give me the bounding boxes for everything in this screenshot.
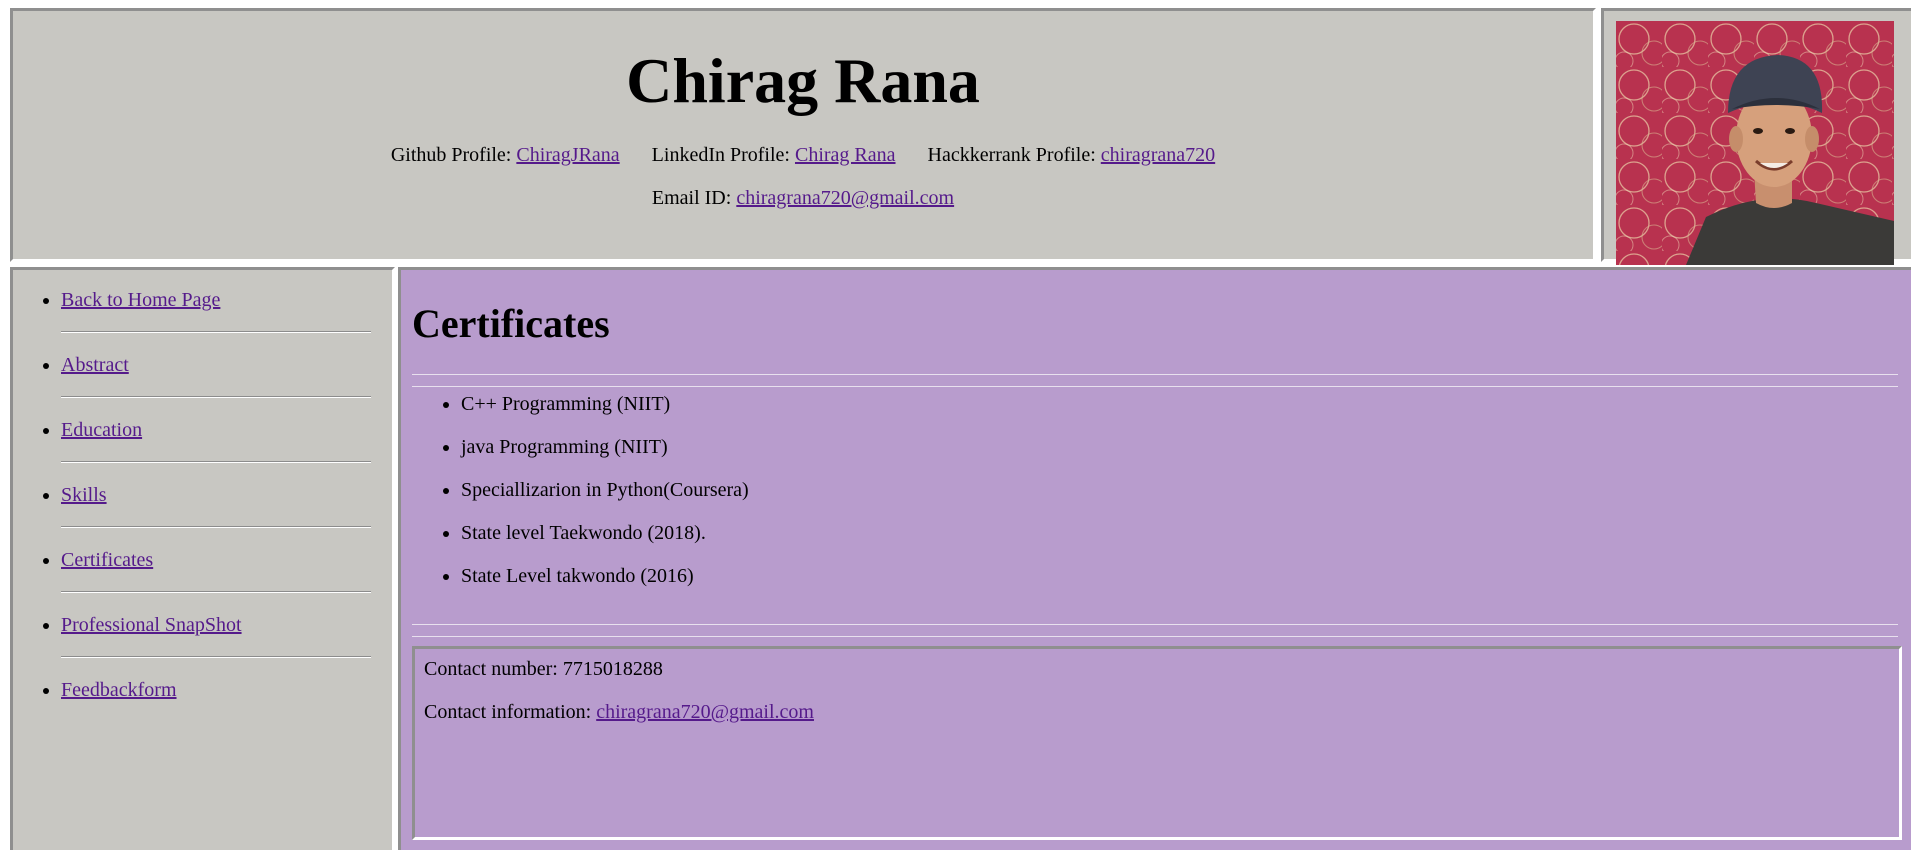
nav-item-skills: Skills — [61, 483, 381, 528]
nav-divider — [61, 396, 371, 398]
nav-link-certificates[interactable]: Certificates — [61, 548, 153, 572]
nav-divider — [61, 656, 371, 658]
nav-item-abstract: Abstract — [61, 353, 381, 398]
contact-number: Contact number: 7715018288 — [424, 657, 1890, 681]
nav-item-snapshot: Professional SnapShot — [61, 613, 381, 658]
page-title: Chirag Rana — [626, 45, 980, 116]
section-title: Certificates — [412, 301, 610, 346]
nav-link-snapshot[interactable]: Professional SnapShot — [61, 613, 242, 637]
nav-divider — [61, 461, 371, 463]
main-content: Certificates C++ Programming (NIIT) java… — [398, 267, 1911, 850]
email-link[interactable]: chiragrana720@gmail.com — [736, 187, 954, 209]
profile-photo — [1616, 21, 1894, 265]
contact-info: Contact information: chiragrana720@gmail… — [424, 700, 1890, 724]
contact-info-label: Contact information: — [424, 701, 597, 723]
nav-link-feedback[interactable]: Feedbackform — [61, 678, 177, 702]
linkedin-label: LinkedIn Profile: — [651, 144, 795, 166]
list-item: java Programming (NIIT) — [461, 435, 749, 459]
contact-box: Contact number: 7715018288 Contact infor… — [412, 646, 1902, 840]
title-divider-top — [412, 374, 1898, 375]
header-frame: Chirag Rana Github Profile: ChiragJRana L… — [10, 8, 1596, 262]
github-label: Github Profile: — [390, 144, 517, 166]
contact-number-label: Contact number: — [424, 658, 563, 680]
contact-number-value: 7715018288 — [562, 658, 663, 680]
list-divider-bottom — [412, 636, 1898, 637]
linkedin-link[interactable]: Chirag Rana — [795, 144, 896, 166]
sidebar-nav: Back to Home Page Abstract Education Ski… — [10, 267, 395, 850]
title-divider-bottom — [412, 386, 1898, 387]
nav-link-education[interactable]: Education — [61, 418, 142, 442]
contact-email-link[interactable]: chiragrana720@gmail.com — [596, 701, 814, 723]
email-label: Email ID: — [651, 187, 737, 209]
github-link[interactable]: ChiragJRana — [516, 144, 619, 166]
list-item: State level Taekwondo (2018). — [461, 521, 749, 545]
nav-link-abstract[interactable]: Abstract — [61, 353, 129, 377]
list-item: State Level takwondo (2016) — [461, 564, 749, 588]
hackerrank-label: Hackkerrank Profile: — [927, 144, 1101, 166]
list-item: Speciallizarion in Python(Coursera) — [461, 478, 749, 502]
list-divider-top — [412, 624, 1898, 625]
profile-links: Github Profile: ChiragJRana LinkedIn Prof… — [13, 143, 1593, 167]
nav-divider — [61, 591, 371, 593]
nav-item-feedback: Feedbackform — [61, 678, 381, 702]
photo-frame — [1601, 8, 1911, 265]
email-row: Email ID: chiragrana720@gmail.com — [13, 186, 1593, 210]
certificate-list: C++ Programming (NIIT) java Programming … — [412, 392, 749, 607]
nav-item-home: Back to Home Page — [61, 288, 381, 333]
nav-divider — [61, 526, 371, 528]
nav-item-certificates: Certificates — [61, 548, 381, 593]
nav-link-home[interactable]: Back to Home Page — [61, 288, 220, 312]
nav-item-education: Education — [61, 418, 381, 463]
nav-link-skills[interactable]: Skills — [61, 483, 107, 507]
list-item: C++ Programming (NIIT) — [461, 392, 749, 416]
nav-list: Back to Home Page Abstract Education Ski… — [1, 288, 381, 702]
nav-divider — [61, 331, 371, 333]
hackerrank-link[interactable]: chiragrana720 — [1101, 144, 1215, 166]
